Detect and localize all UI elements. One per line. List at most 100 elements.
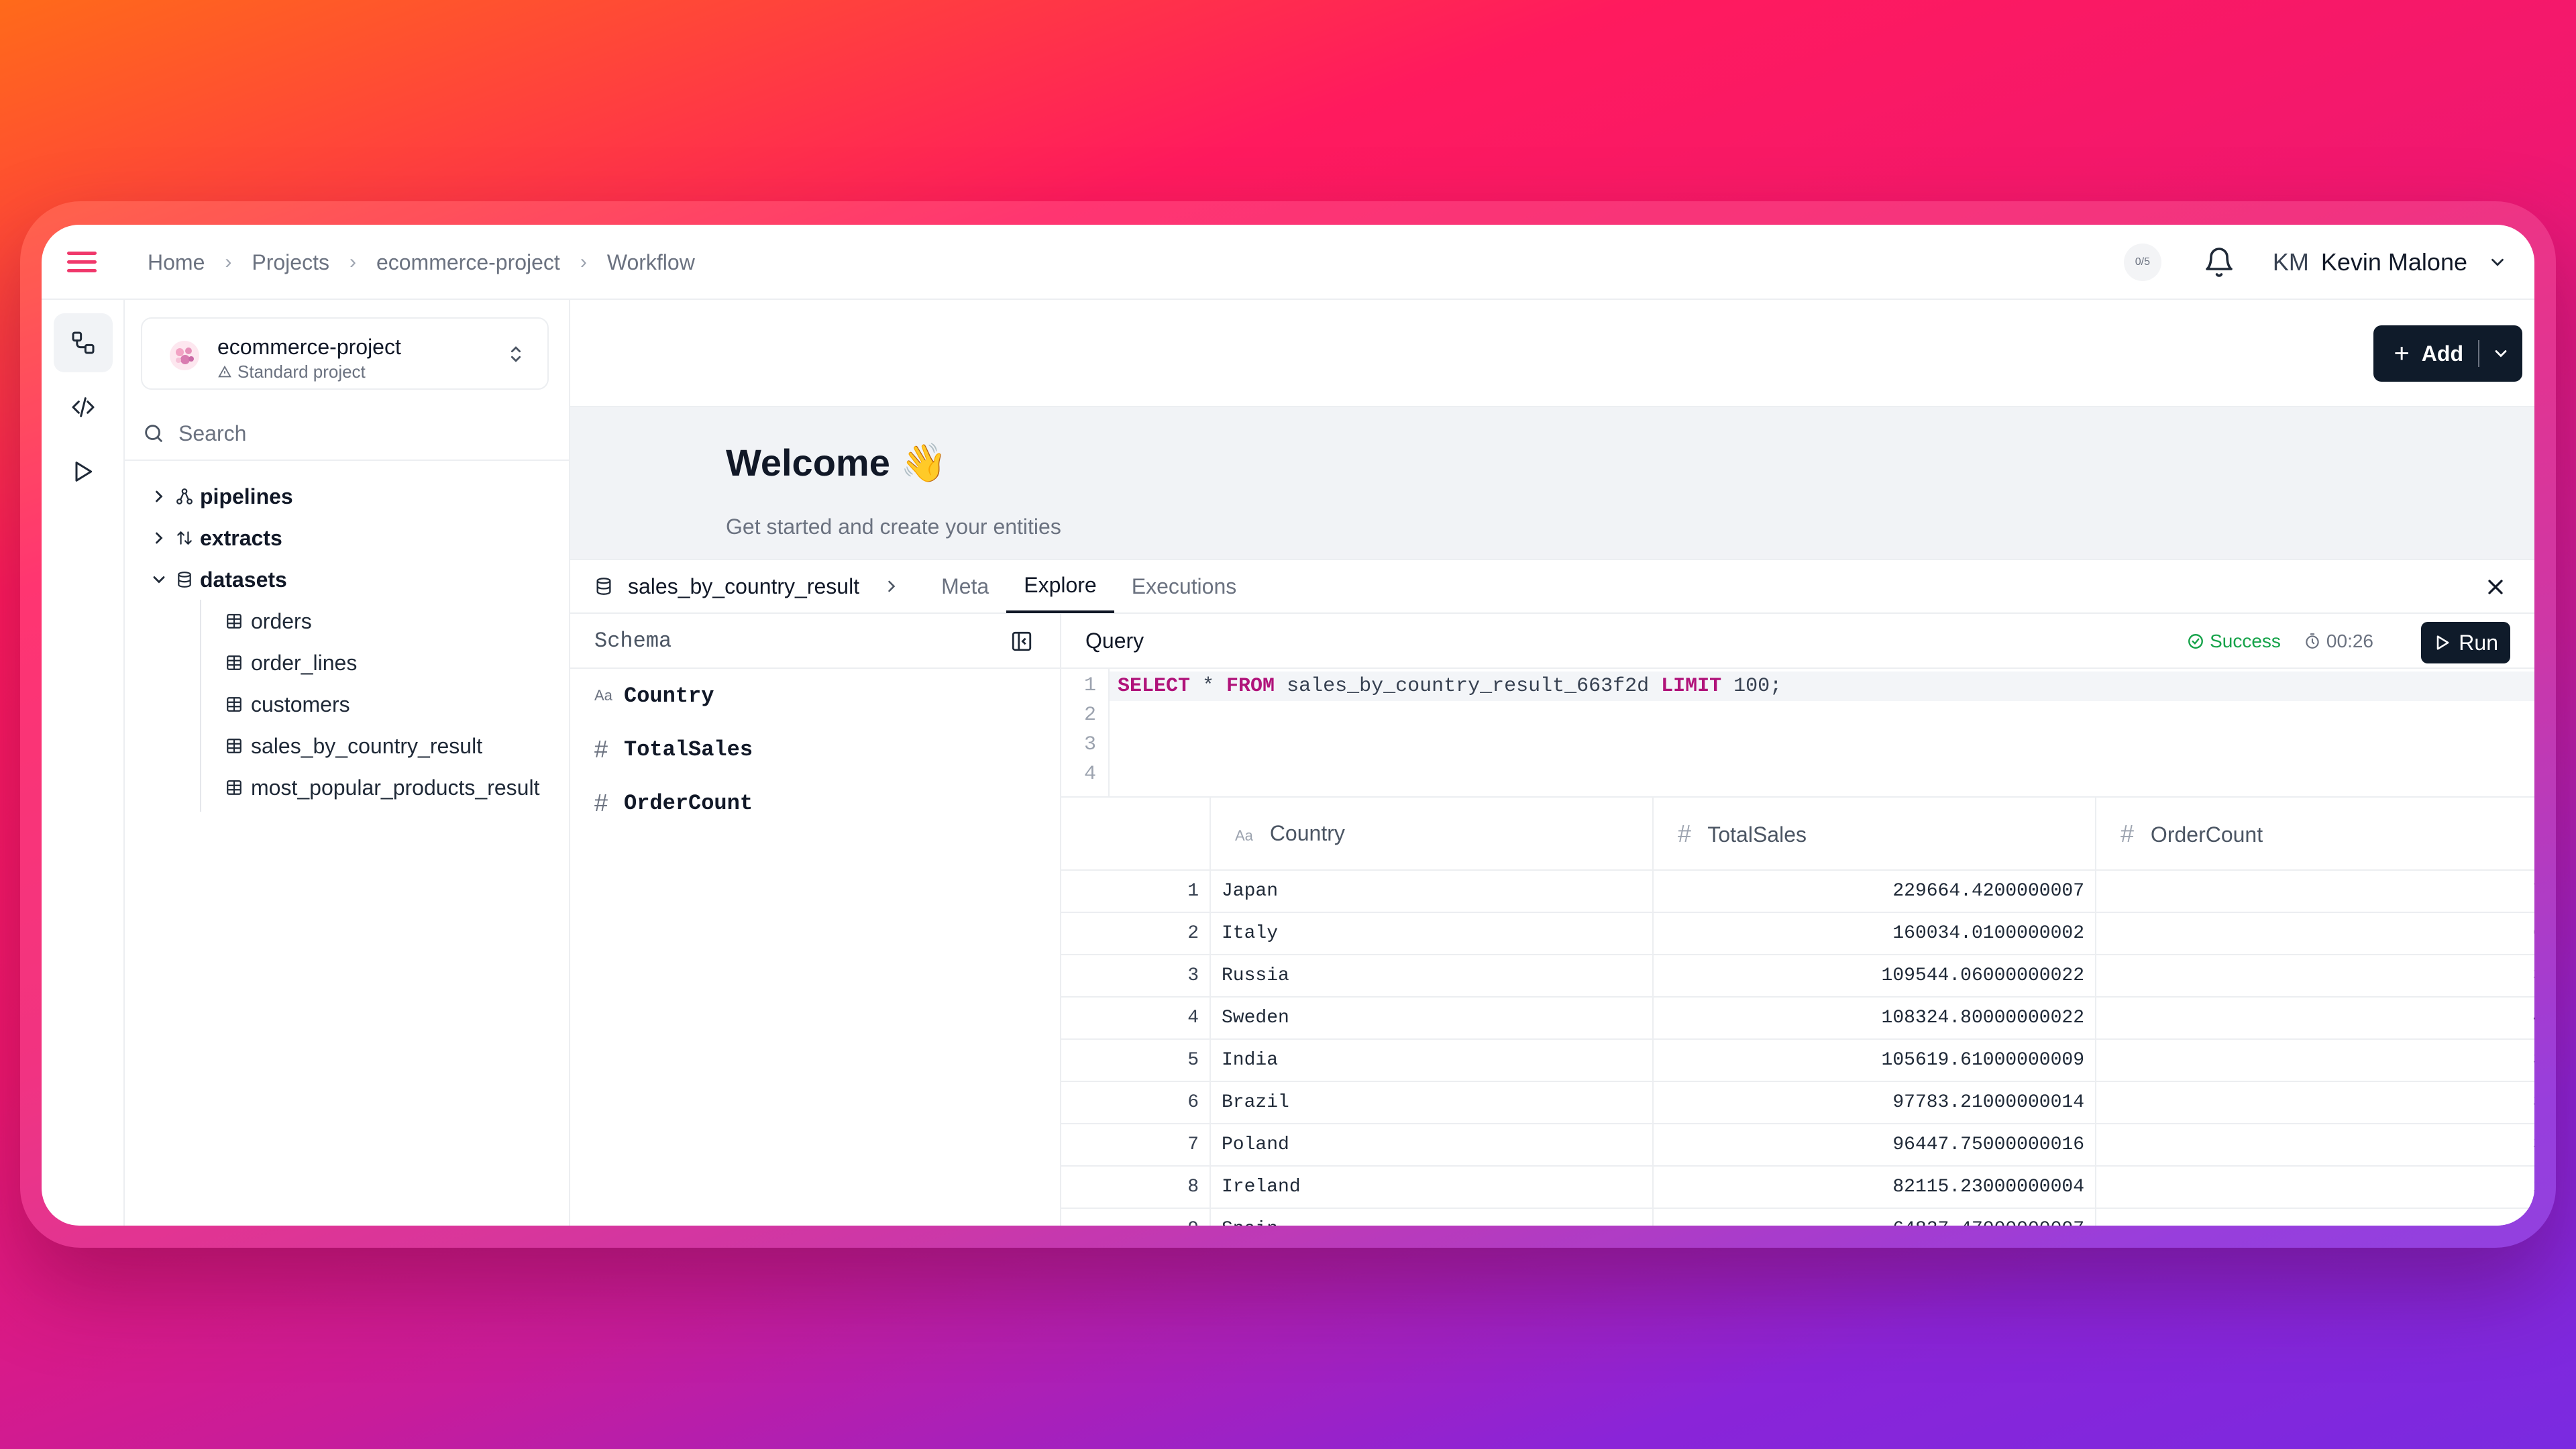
search-input[interactable]: [178, 421, 514, 446]
table-row[interactable]: 7 Poland 96447.75000000016 386: [1061, 1124, 2534, 1167]
project-switcher[interactable]: ecommerce-project Standard project: [141, 317, 549, 390]
bell-icon[interactable]: [2203, 246, 2235, 278]
sql-table-name: sales_by_country_result_663f2d: [1275, 675, 1662, 698]
cell-total-sales[interactable]: 82115.23000000004: [1653, 1166, 2096, 1209]
table-icon: [227, 614, 241, 629]
row-index: 4: [1061, 997, 1211, 1040]
breadcrumb-project[interactable]: ecommerce-project: [376, 250, 560, 275]
cell-country[interactable]: Sweden: [1210, 997, 1654, 1040]
cell-order-count[interactable]: 414: [2096, 997, 2534, 1040]
tree-folder-datasets[interactable]: datasets: [125, 559, 570, 600]
close-icon[interactable]: [2483, 575, 2508, 599]
table-row[interactable]: 5 India 105619.61000000009 375: [1061, 1039, 2534, 1082]
tree-folder-label: datasets: [200, 567, 287, 592]
sql-keyword: SELECT: [1118, 675, 1191, 698]
menu-icon[interactable]: [67, 248, 97, 277]
schema-field[interactable]: # TotalSales: [570, 722, 1060, 776]
tree-item-sales-by-country-result[interactable]: sales_by_country_result: [125, 725, 570, 767]
cell-total-sales[interactable]: 97783.21000000014: [1653, 1081, 2096, 1124]
avatar: KM: [2272, 248, 2309, 276]
tree-folder-pipelines[interactable]: pipelines: [125, 476, 570, 517]
cell-country[interactable]: Russia: [1210, 955, 1654, 998]
tab-explore[interactable]: Explore: [1006, 559, 1114, 613]
cell-country[interactable]: Spain: [1210, 1208, 1654, 1226]
icon-rail: [42, 300, 125, 1226]
cell-order-count[interactable]: 783: [2096, 870, 2534, 913]
schema-field[interactable]: # OrderCount: [570, 776, 1060, 830]
collapse-panel-icon[interactable]: [1010, 630, 1033, 653]
table-row[interactable]: 3 Russia 109544.06000000022 384: [1061, 955, 2534, 998]
cell-order-count[interactable]: 251: [2096, 1208, 2534, 1226]
table-row[interactable]: 4 Sweden 108324.80000000022 414: [1061, 997, 2534, 1040]
cell-order-count[interactable]: 608: [2096, 912, 2534, 955]
cell-total-sales[interactable]: 229664.4200000007: [1653, 870, 2096, 913]
schema-field[interactable]: Aa Country: [570, 669, 1060, 722]
button-divider: [2478, 340, 2479, 367]
sql-text: 100;: [1721, 675, 1782, 698]
rail-run-button[interactable]: [54, 442, 113, 501]
chevron-down-icon[interactable]: [2491, 344, 2510, 363]
app-window: Home › Projects › ecommerce-project › Wo…: [42, 225, 2534, 1226]
table-row[interactable]: 6 Brazil 97783.21000000014 359: [1061, 1081, 2534, 1124]
table-row[interactable]: 8 Ireland 82115.23000000004 260: [1061, 1166, 2534, 1209]
cell-total-sales[interactable]: 96447.75000000016: [1653, 1124, 2096, 1167]
tab-meta[interactable]: Meta: [924, 559, 1006, 613]
table-row[interactable]: 2 Italy 160034.0100000002 608: [1061, 912, 2534, 955]
tree-item-order-lines[interactable]: order_lines: [125, 642, 570, 684]
column-header[interactable]: # OrderCount: [2096, 798, 2534, 871]
run-button[interactable]: Run: [2421, 622, 2510, 663]
cell-country[interactable]: Brazil: [1210, 1081, 1654, 1124]
breadcrumb-home[interactable]: Home: [148, 250, 205, 275]
schema-field-name: Country: [624, 683, 714, 708]
cell-country[interactable]: Poland: [1210, 1124, 1654, 1167]
task-counter-badge[interactable]: 0/5: [2123, 244, 2161, 281]
cell-country[interactable]: India: [1210, 1039, 1654, 1082]
cell-order-count[interactable]: 386: [2096, 1124, 2534, 1167]
breadcrumb-projects[interactable]: Projects: [252, 250, 329, 275]
search-icon: [145, 425, 162, 442]
schema-field-name: TotalSales: [624, 737, 753, 762]
cell-total-sales[interactable]: 108324.80000000022: [1653, 997, 2096, 1040]
code-line[interactable]: SELECT * FROM sales_by_country_result_66…: [1110, 672, 2534, 701]
chevron-right-icon: [156, 532, 163, 544]
dataset-name: sales_by_country_result: [628, 574, 860, 598]
cell-country[interactable]: Italy: [1210, 912, 1654, 955]
cell-country[interactable]: Ireland: [1210, 1166, 1654, 1209]
chevron-down-icon: [2491, 258, 2504, 266]
query-header: Query Success 00:26 Run: [1061, 614, 2534, 669]
results-table: Aa Country # TotalSales # OrderCount 1 J…: [1061, 798, 2534, 1226]
user-menu[interactable]: KM Kevin Malone: [2273, 248, 2508, 276]
welcome-subtitle: Get started and create your entities: [726, 515, 1061, 539]
cell-total-sales[interactable]: 160034.0100000002: [1653, 912, 2096, 955]
cell-total-sales[interactable]: 109544.06000000022: [1653, 955, 2096, 998]
cell-country[interactable]: Japan: [1210, 870, 1654, 913]
tree-item-orders[interactable]: orders: [125, 600, 570, 642]
cell-order-count[interactable]: 375: [2096, 1039, 2534, 1082]
column-header[interactable]: # TotalSales: [1653, 798, 2096, 871]
cell-total-sales[interactable]: 64827.47000000007: [1653, 1208, 2096, 1226]
schema-field-name: OrderCount: [624, 790, 753, 816]
add-button[interactable]: + Add: [2373, 325, 2522, 382]
breadcrumb-workflow[interactable]: Workflow: [607, 250, 695, 275]
sql-editor[interactable]: 1 2 3 4 SELECT * FROM sales_by_country_r…: [1061, 669, 2534, 798]
cell-order-count[interactable]: 260: [2096, 1166, 2534, 1209]
rail-code-button[interactable]: [54, 378, 113, 437]
tree-folder-extracts[interactable]: extracts: [125, 517, 570, 559]
cell-order-count[interactable]: 359: [2096, 1081, 2534, 1124]
table-row[interactable]: 9 Spain 64827.47000000007 251: [1061, 1208, 2534, 1226]
table-icon: [227, 739, 241, 753]
row-index-header: [1061, 798, 1211, 871]
rail-workflow-button[interactable]: [54, 313, 113, 372]
chevron-right-icon: [156, 490, 163, 502]
cell-order-count[interactable]: 384: [2096, 955, 2534, 998]
tab-executions[interactable]: Executions: [1114, 559, 1254, 613]
tree-item-most-popular-products-result[interactable]: most_popular_products_result: [125, 767, 570, 808]
welcome-title: Welcome 👋: [726, 441, 948, 484]
table-row[interactable]: 1 Japan 229664.4200000007 783: [1061, 870, 2534, 913]
breadcrumb: Home › Projects › ecommerce-project › Wo…: [148, 225, 695, 300]
column-header[interactable]: Aa Country: [1210, 798, 1654, 871]
cell-total-sales[interactable]: 105619.61000000009: [1653, 1039, 2096, 1082]
database-icon: [596, 578, 611, 595]
tree-item-customers[interactable]: customers: [125, 684, 570, 725]
sql-text: *: [1190, 675, 1227, 698]
